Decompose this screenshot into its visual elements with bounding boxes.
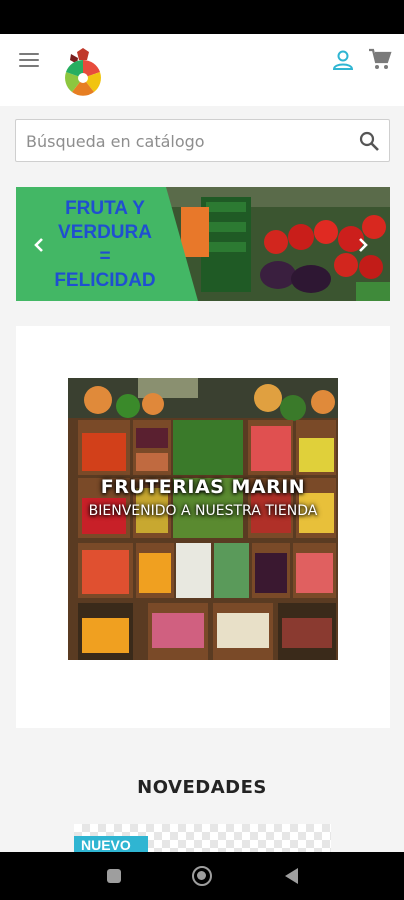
search-input[interactable]	[26, 128, 346, 154]
section-title: NOVEDADES	[137, 777, 267, 798]
app-header	[0, 34, 404, 106]
square-recents-icon[interactable]	[107, 869, 121, 883]
hero-carousel[interactable]: FRUTA Y VERDURA = FELICIDAD	[16, 187, 390, 301]
hamburger-menu-icon[interactable]	[19, 53, 39, 68]
fruit-basket-logo[interactable]	[62, 46, 104, 98]
shopping-cart-icon[interactable]	[368, 48, 392, 70]
slide-line-2: VERDURA	[58, 222, 152, 243]
slide-line-1: FRUTA Y	[65, 198, 145, 219]
user-account-icon[interactable]	[332, 50, 354, 70]
magnifier-search-icon[interactable]	[359, 131, 379, 151]
status-bar	[0, 0, 404, 34]
promo-title: FRUTERIAS MARIN	[100, 476, 306, 498]
slide-line-4: FELICIDAD	[54, 270, 156, 291]
search-bar	[15, 119, 390, 162]
promo-subtitle: BIENVENIDO A NUESTRA TIENDA	[88, 503, 318, 519]
slide-line-3: =	[99, 246, 111, 267]
chevron-right-icon[interactable]	[356, 237, 370, 253]
chevron-left-icon[interactable]	[32, 237, 46, 253]
triangle-back-icon[interactable]	[283, 867, 299, 885]
circle-home-icon[interactable]	[192, 866, 212, 886]
